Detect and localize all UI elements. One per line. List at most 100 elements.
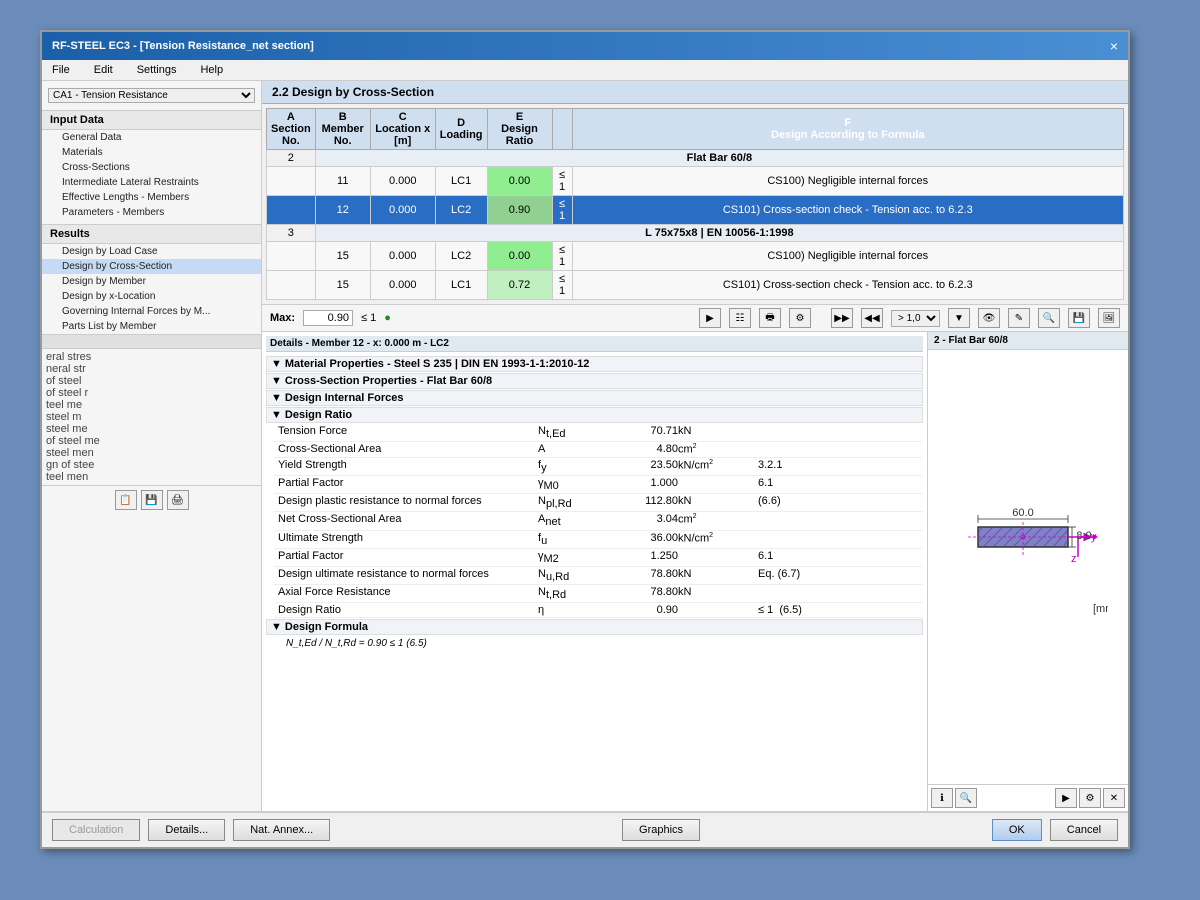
toolbar-btn-print[interactable]: 🖶 xyxy=(759,308,781,328)
design-ratio-header[interactable]: ▼ Design Ratio xyxy=(266,407,923,423)
toolbar-btn-view5[interactable]: 🖼 xyxy=(1098,308,1120,328)
row-12-mem: 12 xyxy=(315,196,370,225)
row-11-sec xyxy=(267,167,316,196)
cross-section-props-label: Cross-Section Properties - Flat Bar 60/8 xyxy=(285,375,492,387)
col-a-header: ASection No. xyxy=(267,109,316,150)
menu-edit[interactable]: Edit xyxy=(90,62,117,78)
sidebar-item-x-location[interactable]: Design by x-Location xyxy=(42,289,261,304)
row-15b-desc: CS101) Cross-section check - Tension acc… xyxy=(572,271,1123,300)
row-11-desc: CS100) Negligible internal forces xyxy=(572,167,1123,196)
ca-dropdown[interactable]: CA1 - Tension Resistance xyxy=(48,88,255,103)
section-3-no: 3 xyxy=(267,225,316,242)
toolbar-btn-view1[interactable]: 👁 xyxy=(978,308,1000,328)
sidebar-item-general-data[interactable]: General Data xyxy=(42,130,261,145)
menu-help[interactable]: Help xyxy=(196,62,227,78)
dr-ntrd-unit: kN xyxy=(678,586,758,601)
dr-gm2-sym: γM2 xyxy=(538,550,618,565)
dr-eta-val: 0.90 xyxy=(618,604,678,616)
section-2-label: Flat Bar 60/8 xyxy=(315,150,1123,167)
hint-9: steel men xyxy=(46,447,257,459)
info-btn[interactable]: ℹ xyxy=(931,788,953,808)
dr-gm2-val: 1.250 xyxy=(618,550,678,565)
main-window: RF-STEEL EC3 - [Tension Resistance_net s… xyxy=(40,30,1130,849)
title-bar: RF-STEEL EC3 - [Tension Resistance_net s… xyxy=(42,32,1128,60)
table-area[interactable]: ASection No. BMember No. CLocation x [m]… xyxy=(262,104,1128,304)
row-15a-desc: CS100) Negligible internal forces xyxy=(572,242,1123,271)
calculation-button[interactable]: Calculation xyxy=(52,819,140,841)
toolbar-btn-view2[interactable]: ✎ xyxy=(1008,308,1030,328)
toolbar-btn-export[interactable]: ▶▶ xyxy=(831,308,853,328)
material-props-label: Material Properties - Steel S 235 | DIN … xyxy=(285,358,590,370)
dr-fy-sym: fy xyxy=(538,459,618,474)
dr-tension-force-label: Tension Force xyxy=(278,425,538,440)
sidebar-item-member[interactable]: Design by Member xyxy=(42,274,261,289)
cross-section-svg: y z 60.0 xyxy=(948,477,1108,657)
sidebar-item-governing[interactable]: Governing Internal Forces by M... xyxy=(42,304,261,319)
export-btn[interactable]: ▶ xyxy=(1055,788,1077,808)
max-check: ● xyxy=(384,312,391,324)
graphic-toolbar: ℹ 🔍 ▶ ⚙ ✕ xyxy=(928,784,1128,811)
ok-button[interactable]: OK xyxy=(992,819,1042,841)
design-formula-header[interactable]: ▼ Design Formula xyxy=(266,619,923,635)
material-props-header[interactable]: ▼ Material Properties - Steel S 235 | DI… xyxy=(266,356,923,372)
svg-text:[mm]: [mm] xyxy=(1093,603,1108,615)
max-value[interactable]: 0.90 xyxy=(303,310,353,326)
sidebar-item-parts-list[interactable]: Parts List by Member xyxy=(42,319,261,334)
sidebar-item-load-case[interactable]: Design by Load Case xyxy=(42,244,261,259)
design-internal-forces-header[interactable]: ▼ Design Internal Forces xyxy=(266,390,923,406)
menu-settings[interactable]: Settings xyxy=(133,62,181,78)
sidebar: CA1 - Tension Resistance Input Data Gene… xyxy=(42,81,262,811)
row-11-le: ≤ 1 xyxy=(552,167,572,196)
col-c-header: CLocation x [m] xyxy=(370,109,435,150)
hint-2: neral str xyxy=(46,363,257,375)
cancel-button[interactable]: Cancel xyxy=(1050,819,1118,841)
sidebar-btn-1[interactable]: 📋 xyxy=(115,490,137,510)
dr-anet-label: Net Cross-Sectional Area xyxy=(278,513,538,528)
sidebar-item-lateral-restraints[interactable]: Intermediate Lateral Restraints xyxy=(42,175,261,190)
search-btn[interactable]: 🔍 xyxy=(955,788,977,808)
hint-10: gn of stee xyxy=(46,459,257,471)
nat-annex-button[interactable]: Nat. Annex... xyxy=(233,819,330,841)
details-button[interactable]: Details... xyxy=(148,819,225,841)
hint-3: of steel xyxy=(46,375,257,387)
cross-section-props-header[interactable]: ▼ Cross-Section Properties - Flat Bar 60… xyxy=(266,373,923,389)
row-15b-ratio: 0.72 xyxy=(487,271,552,300)
sidebar-hscroll[interactable] xyxy=(42,334,261,348)
toolbar-btn-view3[interactable]: 🔍 xyxy=(1038,308,1060,328)
dr-nplrd-val: 112.80 xyxy=(618,495,678,510)
dr-fu-label: Ultimate Strength xyxy=(278,532,538,547)
sidebar-item-materials[interactable]: Materials xyxy=(42,145,261,160)
dr-gm0-val: 1.000 xyxy=(618,477,678,492)
svg-text:z: z xyxy=(1071,553,1077,565)
sidebar-btn-3[interactable]: 🖨 xyxy=(167,490,189,510)
bottom-area: Details - Member 12 - x: 0.000 m - LC2 ▼… xyxy=(262,332,1128,811)
toolbar-btn-filter[interactable]: ▼ xyxy=(948,308,970,328)
expand-icon-4: ▼ xyxy=(271,409,282,421)
toolbar-btn-import[interactable]: ◀◀ xyxy=(861,308,883,328)
toolbar-btn-table[interactable]: ☷ xyxy=(729,308,751,328)
toolbar-btn-cursor[interactable]: ▶ xyxy=(699,308,721,328)
sidebar-item-parameters[interactable]: Parameters - Members xyxy=(42,205,261,220)
sidebar-item-cross-sections[interactable]: Cross-Sections xyxy=(42,160,261,175)
graphic-panel: 2 - Flat Bar 60/8 y z xyxy=(928,332,1128,811)
menu-file[interactable]: File xyxy=(48,62,74,78)
section-3-label: L 75x75x8 | EN 10056-1:1998 xyxy=(315,225,1123,242)
dr-fu-val: 36.00 xyxy=(618,532,678,547)
filter-select[interactable]: > 1,0 xyxy=(891,310,940,327)
ca-dropdown-container: CA1 - Tension Resistance xyxy=(42,85,261,106)
col-e-header: EDesign Ratio xyxy=(487,109,552,150)
hint-5: teel me xyxy=(46,399,257,411)
row-15a-sec xyxy=(267,242,316,271)
graphics-button[interactable]: Graphics xyxy=(622,819,700,841)
sidebar-item-cross-section[interactable]: Design by Cross-Section xyxy=(42,259,261,274)
wrench-btn[interactable]: ⚙ xyxy=(1079,788,1101,808)
dr-tension-force-ref xyxy=(758,425,818,440)
close-graphic-btn[interactable]: ✕ xyxy=(1103,788,1125,808)
toolbar-btn-settings[interactable]: ⚙ xyxy=(789,308,811,328)
row-12-load: LC2 xyxy=(435,196,487,225)
sidebar-btn-2[interactable]: 💾 xyxy=(141,490,163,510)
menu-bar: File Edit Settings Help xyxy=(42,60,1128,81)
close-button[interactable]: × xyxy=(1110,38,1118,54)
sidebar-item-effective-lengths[interactable]: Effective Lengths - Members xyxy=(42,190,261,205)
toolbar-btn-view4[interactable]: 💾 xyxy=(1068,308,1090,328)
